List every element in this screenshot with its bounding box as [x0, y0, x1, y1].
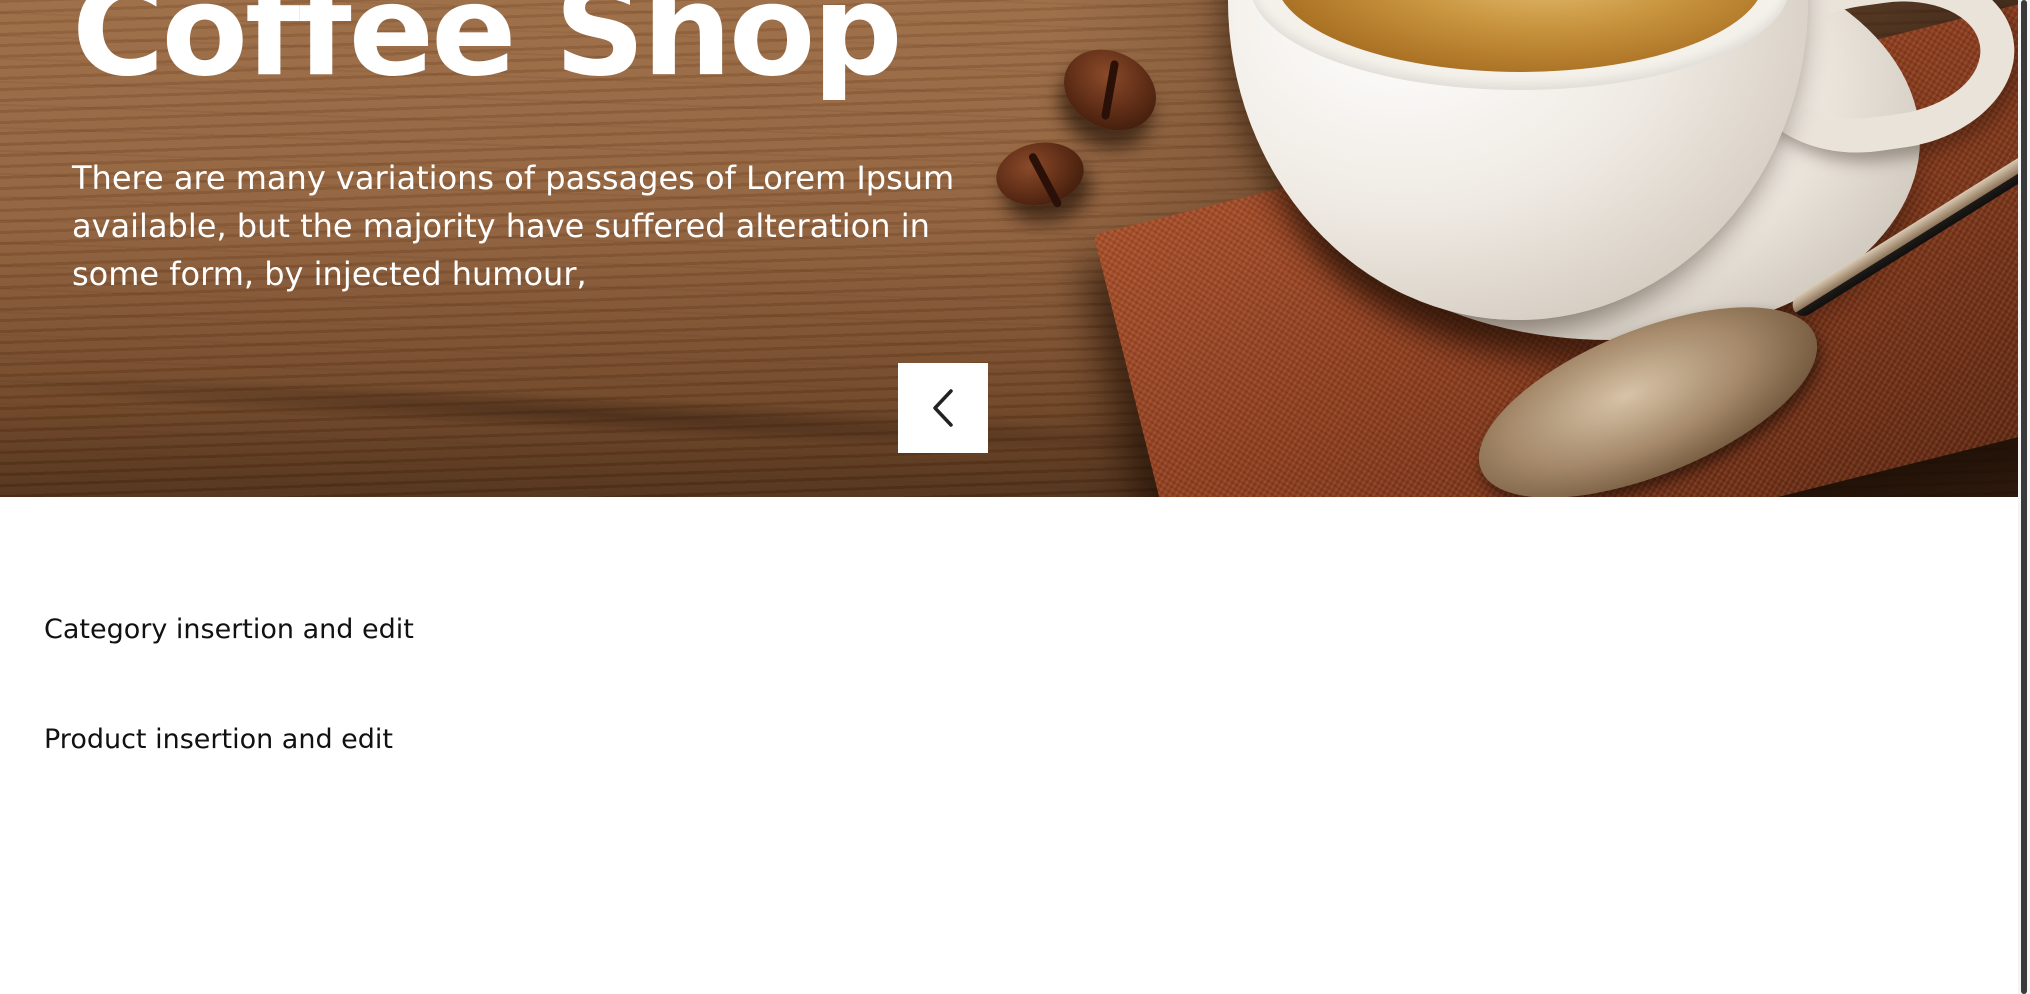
carousel-prev-button[interactable] [898, 363, 988, 453]
category-insertion-link[interactable]: Category insertion and edit [44, 614, 414, 645]
hero-description: There are many variations of passages of… [72, 159, 955, 293]
page: Coffee Shop There are many variations of… [0, 0, 2030, 994]
product-insertion-link[interactable]: Product insertion and edit [44, 724, 393, 755]
chevron-left-icon [931, 388, 955, 428]
hero-banner: Coffee Shop There are many variations of… [0, 0, 2018, 497]
hero-title: Coffee Shop [72, 0, 903, 104]
scrollbar-thumb[interactable] [2021, 0, 2027, 994]
vertical-scrollbar[interactable] [2018, 0, 2030, 994]
